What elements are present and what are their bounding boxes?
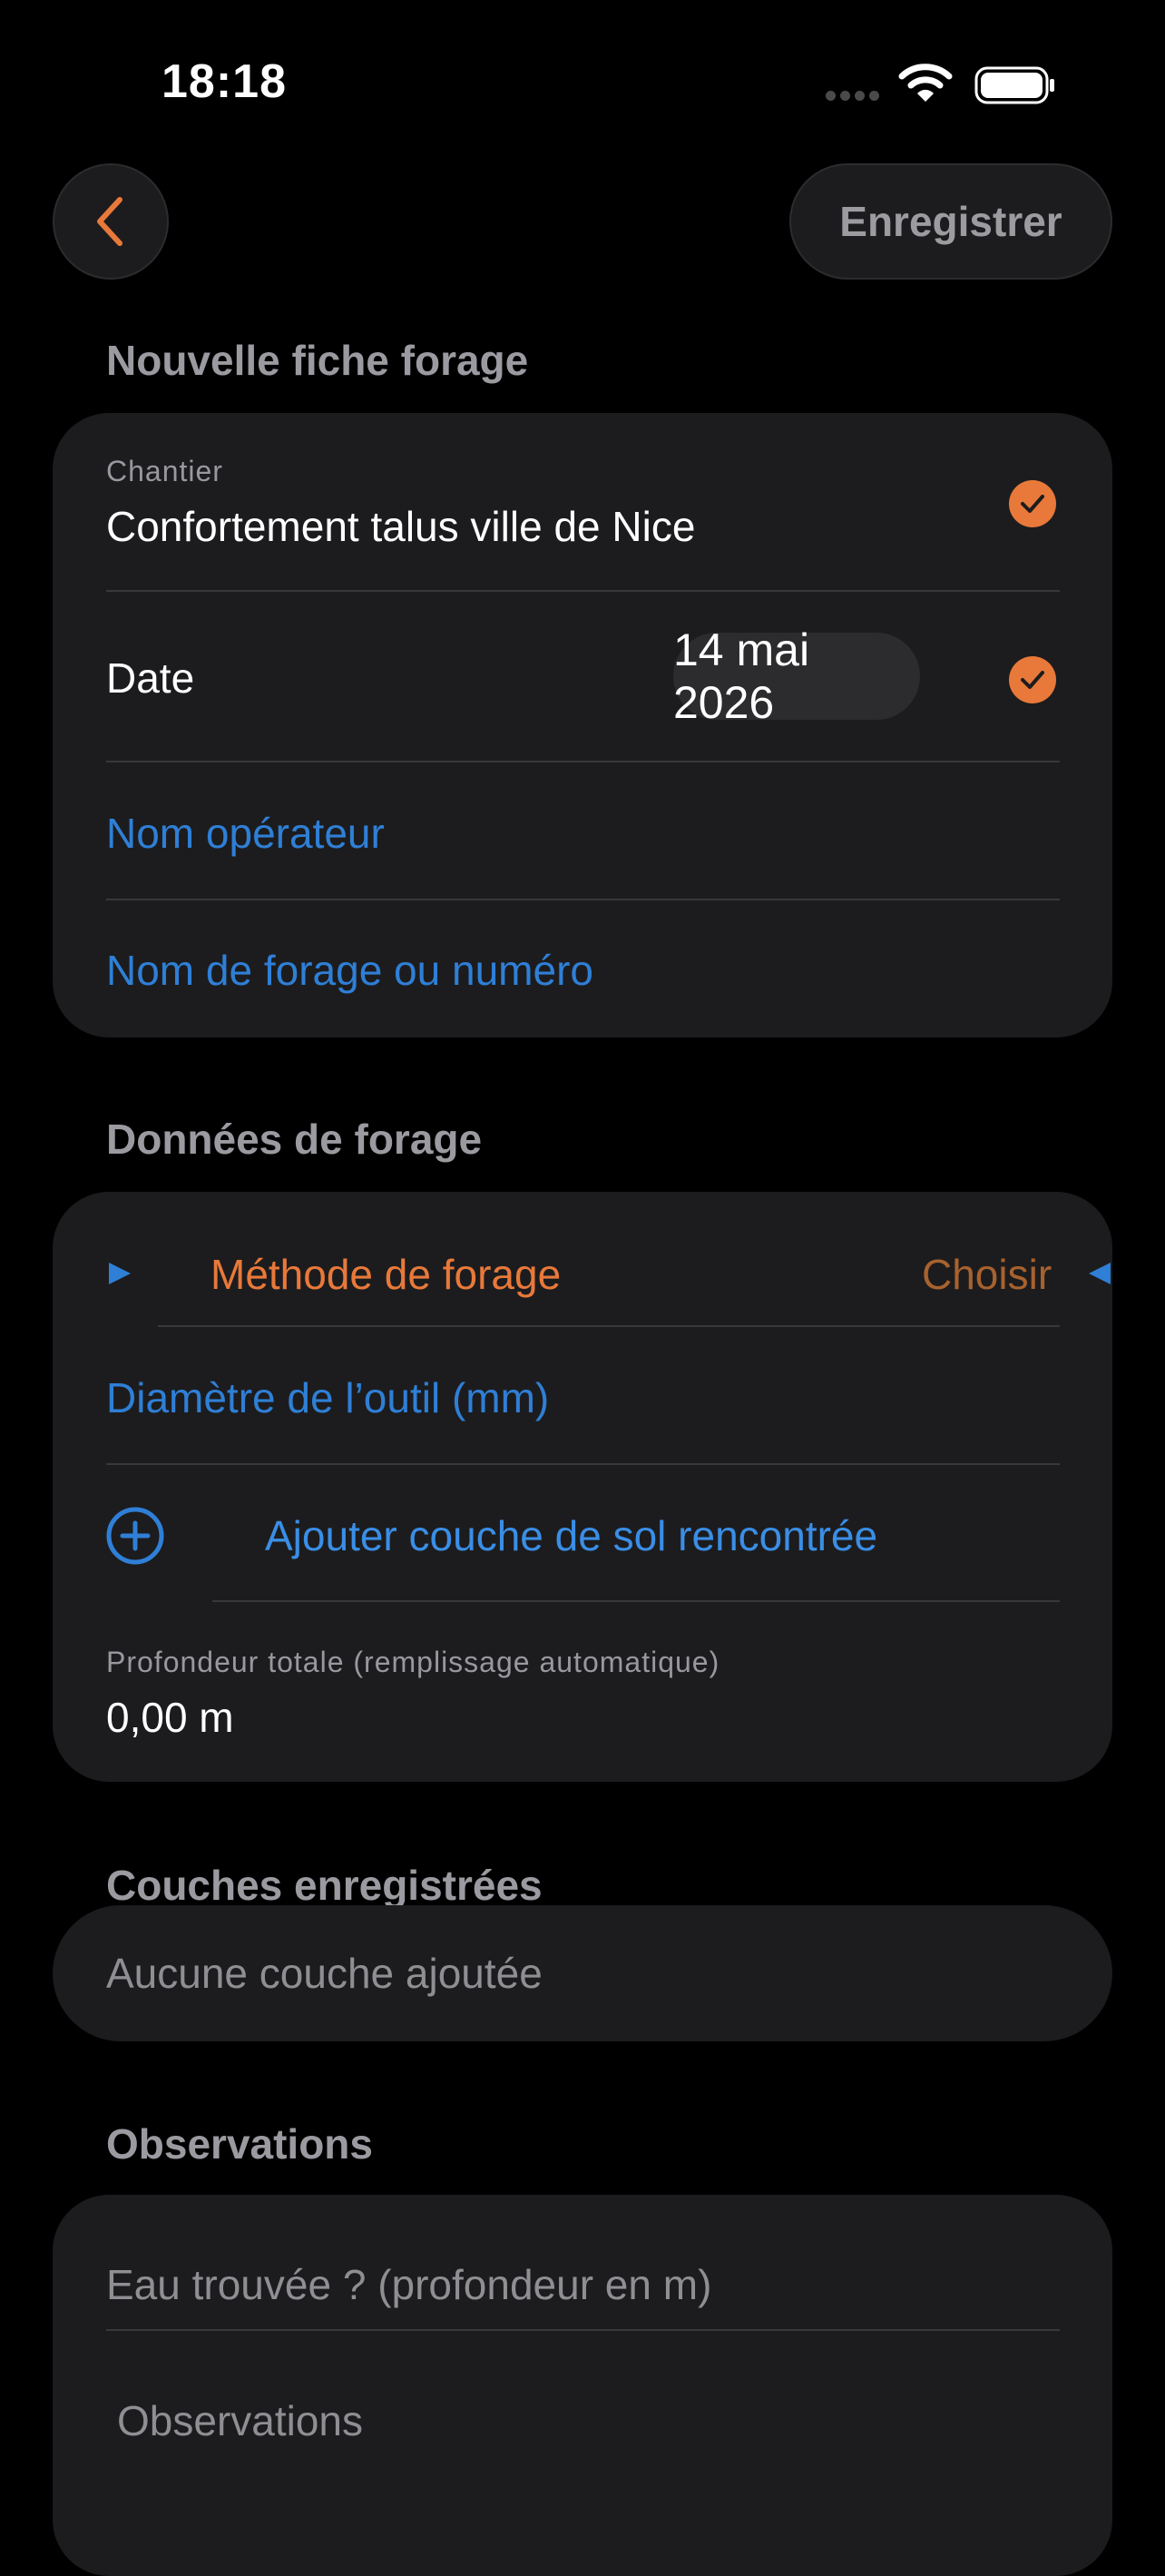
date-label: Date: [106, 654, 195, 702]
total-depth-value: 0,00 m: [106, 1694, 234, 1741]
plus-circle-icon: [106, 1507, 164, 1565]
water-depth-field[interactable]: Eau trouvée ? (profondeur en m): [106, 2260, 711, 2309]
section-title-layers: Couches enregistrées: [106, 1862, 543, 1909]
observations-textarea[interactable]: Observations: [117, 2396, 363, 2445]
borehole-name-field[interactable]: Nom de forage ou numéro: [106, 946, 593, 995]
tool-diameter-field[interactable]: Diamètre de l’outil (mm): [106, 1373, 549, 1422]
chevron-left-icon: [97, 197, 122, 246]
add-layer-button[interactable]: Ajouter couche de sol rencontrée: [105, 1506, 1060, 1568]
card-drilling-data: Méthode de forage Choisir Diamètre de l’…: [53, 1192, 1112, 1782]
picker-arrow-icon: [1089, 1263, 1111, 1284]
cellular-signal-icon: [826, 89, 884, 105]
chantier-check-icon: [1009, 480, 1056, 527]
add-layer-label: Ajouter couche de sol rencontrée: [265, 1512, 878, 1559]
chantier-value[interactable]: Confortement talus ville de Nice: [106, 502, 695, 551]
section-title-new: Nouvelle fiche forage: [106, 337, 529, 384]
separator: [106, 899, 1060, 900]
back-button[interactable]: [53, 163, 169, 280]
disclosure-triangle-icon: [109, 1263, 131, 1284]
separator: [212, 1600, 1060, 1602]
wifi-icon: [898, 64, 953, 102]
method-value: Choisir: [922, 1251, 1052, 1298]
date-picker-button[interactable]: 14 mai 2026: [673, 624, 920, 728]
separator: [106, 1463, 1060, 1465]
battery-icon: [974, 66, 1054, 104]
chantier-label: Chantier: [106, 455, 223, 487]
card-observations: Eau trouvée ? (profondeur en m) Observat…: [53, 2195, 1112, 2576]
no-layers-text: Aucune couche ajoutée: [106, 1950, 543, 1997]
separator: [106, 761, 1060, 762]
status-time: 18:18: [162, 55, 287, 108]
card-layers: Aucune couche ajoutée: [53, 1905, 1112, 2041]
total-depth-label: Profondeur totale (remplissage automatiq…: [106, 1646, 720, 1678]
separator: [106, 2329, 1060, 2331]
card-general-info: Chantier Confortement talus ville de Nic…: [53, 413, 1112, 1037]
method-disclosure-row[interactable]: Méthode de forage Choisir: [107, 1250, 1111, 1304]
operator-name-field[interactable]: Nom opérateur: [106, 809, 385, 858]
save-button[interactable]: Enregistrer: [789, 163, 1112, 280]
method-label: Méthode de forage: [210, 1251, 562, 1298]
separator: [158, 1325, 1060, 1327]
separator: [106, 590, 1060, 592]
date-check-icon: [1009, 656, 1056, 703]
section-title-data: Données de forage: [106, 1116, 483, 1163]
section-title-observations: Observations: [106, 2120, 373, 2168]
